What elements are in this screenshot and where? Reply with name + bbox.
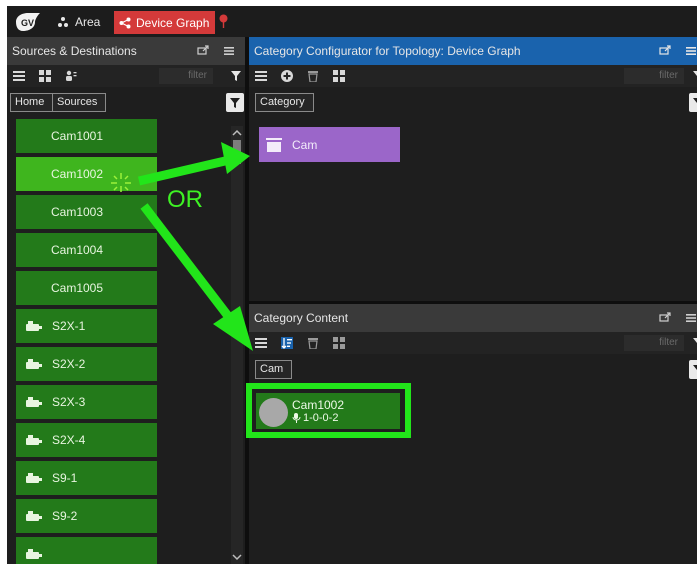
content-toolbar: filter [249, 332, 697, 354]
filter-icon[interactable] [693, 338, 697, 348]
configurator-breadcrumb: Category [249, 89, 697, 115]
content-breadcrumb: Cam [249, 356, 697, 382]
list-item[interactable]: S9-2 [16, 499, 157, 533]
camera-device-icon [26, 321, 42, 331]
breadcrumb-filter-button[interactable] [689, 360, 697, 379]
scroll-up-icon[interactable] [231, 128, 243, 138]
content-filter-input[interactable]: filter [624, 335, 684, 351]
sources-list: Cam1001 Cam1002 Cam1003 Cam1004 Cam1005 S2X-1… [16, 119, 157, 564]
list-item[interactable] [16, 537, 157, 564]
configurator-toolbar: filter [249, 65, 697, 87]
category-folder-icon [266, 137, 282, 152]
scroll-thumb[interactable] [233, 140, 241, 164]
breadcrumb-category[interactable]: Category [255, 93, 314, 112]
filter-icon [693, 365, 697, 374]
area-icon [58, 16, 68, 27]
scroll-down-icon[interactable] [231, 552, 243, 562]
list-item[interactable]: Cam1004 [16, 233, 157, 267]
list-item-label: S9-1 [52, 471, 78, 485]
highlight-box [246, 383, 411, 438]
content-panel-header: Category Content [249, 304, 697, 332]
filter-icon[interactable] [231, 71, 241, 81]
list-item-label: S2X-3 [52, 395, 86, 409]
list-item[interactable]: Cam1001 [16, 119, 157, 153]
tab-area-label: Area [75, 14, 101, 29]
list-item-label: Cam1001 [51, 129, 104, 143]
camera-device-icon [26, 435, 42, 445]
delete-icon[interactable] [307, 337, 319, 349]
grid-view-icon[interactable] [333, 337, 345, 349]
pin-icon[interactable] [219, 14, 228, 28]
graph-icon [119, 17, 131, 28]
list-item[interactable]: S2X-4 [16, 423, 157, 457]
list-item-label: Cam1003 [51, 205, 104, 219]
tab-area[interactable]: Area [51, 6, 106, 37]
sources-toolbar: filter [7, 65, 245, 87]
list-item[interactable]: Cam1005 [16, 271, 157, 305]
gv-logo-icon[interactable]: GV [13, 12, 43, 32]
sources-breadcrumb: Home Sources [7, 89, 245, 115]
or-label: OR [167, 186, 203, 213]
undock-icon[interactable] [659, 312, 671, 324]
app-window: GV Area Device Graph Sources & Destinati… [7, 6, 697, 564]
list-view-icon[interactable] [13, 70, 25, 82]
sources-filter-input[interactable]: filter [159, 68, 213, 84]
list-item[interactable]: S2X-1 [16, 309, 157, 343]
tab-device-graph-label: Device Graph [136, 15, 210, 30]
menu-icon[interactable] [685, 312, 697, 324]
menu-icon[interactable] [223, 45, 235, 57]
grid-view-icon[interactable] [333, 70, 345, 82]
filter-icon [693, 98, 697, 107]
configurator-filter-input[interactable]: filter [624, 68, 684, 84]
list-item[interactable]: S2X-3 [16, 385, 157, 419]
add-icon[interactable] [281, 70, 293, 82]
list-item-label: Cam1004 [51, 243, 104, 257]
configurator-panel-header: Category Configurator for Topology: Devi… [249, 37, 697, 65]
undock-icon[interactable] [659, 45, 671, 57]
filter-icon[interactable] [693, 71, 697, 81]
list-item[interactable]: S2X-2 [16, 347, 157, 381]
category-tile-cam[interactable]: Cam [259, 127, 400, 162]
list-item-label: S2X-4 [52, 433, 86, 447]
grid-view-icon[interactable] [39, 70, 51, 82]
list-view-icon[interactable] [255, 70, 267, 82]
list-item-label: S2X-1 [52, 319, 86, 333]
delete-icon[interactable] [307, 70, 319, 82]
camera-device-icon [26, 473, 42, 483]
menu-icon[interactable] [685, 45, 697, 57]
camera-device-icon [26, 511, 42, 521]
category-tile-label: Cam [292, 137, 318, 152]
camera-device-icon [26, 397, 42, 407]
filter-icon [230, 98, 240, 108]
list-item[interactable]: Cam1003 [16, 195, 157, 229]
list-item[interactable]: S9-1 [16, 461, 157, 495]
list-item-label: S9-2 [52, 509, 78, 523]
camera-device-icon [26, 359, 42, 369]
configurator-panel-title: Category Configurator for Topology: Devi… [254, 44, 521, 58]
breadcrumb-filter-button[interactable] [226, 93, 244, 112]
sources-panel-title: Sources & Destinations [12, 44, 137, 58]
camera-device-icon [26, 549, 42, 559]
sources-scrollbar[interactable] [231, 126, 243, 564]
breadcrumb-sources[interactable]: Sources [52, 93, 107, 112]
list-view-icon[interactable] [255, 337, 267, 349]
list-item-label: Cam1002 [51, 167, 104, 181]
sort-icon[interactable] [281, 337, 293, 349]
breadcrumb-filter-button[interactable] [689, 93, 697, 112]
breadcrumb-cam[interactable]: Cam [255, 360, 293, 379]
list-item-label: S2X-2 [52, 357, 86, 371]
sources-panel-header: Sources & Destinations [7, 37, 245, 65]
breadcrumb-home[interactable]: Home [10, 93, 54, 112]
top-bar: GV Area Device Graph [7, 6, 697, 37]
sort-users-icon[interactable] [65, 70, 77, 82]
undock-icon[interactable] [197, 45, 209, 57]
content-panel-title: Category Content [254, 311, 349, 325]
list-item-label: Cam1005 [51, 281, 104, 295]
list-item[interactable]: Cam1002 [16, 157, 157, 191]
svg-text:GV: GV [21, 18, 34, 28]
tab-device-graph[interactable]: Device Graph [114, 11, 216, 34]
